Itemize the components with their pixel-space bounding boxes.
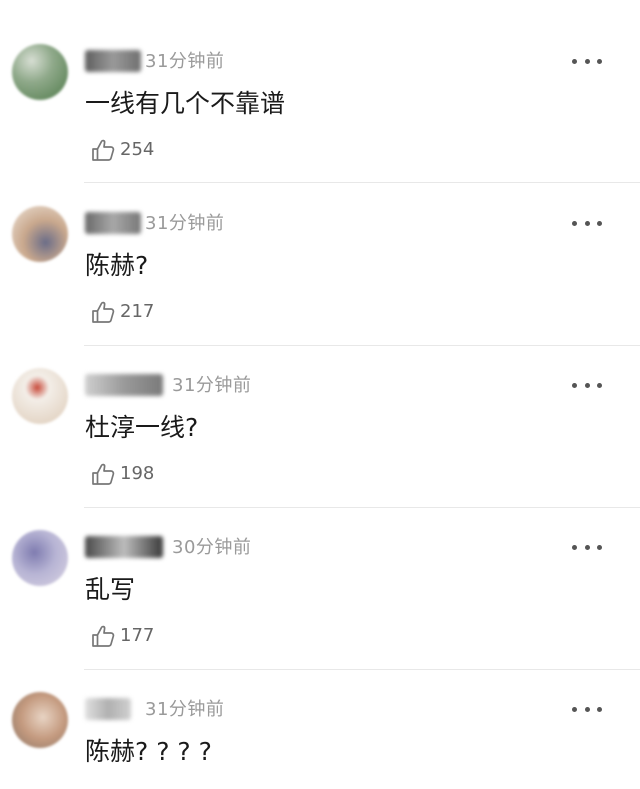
more-options-button[interactable] xyxy=(572,378,602,392)
dot-icon xyxy=(572,58,577,64)
dot-icon xyxy=(572,706,577,712)
thumbs-up-icon xyxy=(92,139,115,161)
avatar[interactable] xyxy=(12,368,68,424)
comment-text: 杜淳一线? xyxy=(85,413,199,442)
comment-timestamp: 31分钟前 xyxy=(145,51,225,72)
avatar[interactable] xyxy=(12,44,68,100)
like-count: 254 xyxy=(120,139,155,160)
like-button[interactable]: 177 xyxy=(90,622,154,650)
dot-icon xyxy=(597,220,602,226)
like-button[interactable]: 198 xyxy=(90,460,154,488)
more-options-button[interactable] xyxy=(572,702,602,716)
thumbs-up-icon xyxy=(92,463,115,485)
more-options-button[interactable] xyxy=(572,216,602,230)
avatar[interactable] xyxy=(12,206,68,262)
more-options-button[interactable] xyxy=(572,54,602,68)
thumbs-up-icon xyxy=(92,625,115,647)
username-blurred[interactable] xyxy=(85,698,131,720)
dot-icon xyxy=(584,58,590,64)
dot-icon xyxy=(597,382,602,388)
like-count: 177 xyxy=(120,625,155,646)
like-count: 198 xyxy=(120,463,155,484)
dot-icon xyxy=(584,382,590,388)
like-count: 217 xyxy=(120,301,155,322)
dot-icon xyxy=(572,382,577,388)
username-blurred[interactable] xyxy=(85,212,141,234)
comment-timestamp: 31分钟前 xyxy=(172,375,252,396)
comment-text: 陈赫? xyxy=(85,251,149,280)
comment-text: 一线有几个不靠谱 xyxy=(85,89,286,118)
comment-timestamp: 31分钟前 xyxy=(145,699,225,720)
dot-icon xyxy=(597,58,602,64)
like-button[interactable]: 254 xyxy=(90,136,154,164)
comment-timestamp: 30分钟前 xyxy=(172,537,252,558)
dot-icon xyxy=(597,544,602,550)
avatar[interactable] xyxy=(12,530,68,586)
comment-feed: 31分钟前 一线有几个不靠谱 254 31分钟前 陈赫? 217 31分钟前 杜… xyxy=(0,0,640,789)
like-button[interactable]: 217 xyxy=(90,298,154,326)
comment-item: 30分钟前 乱写 177 xyxy=(0,486,640,670)
comment-item: 31分钟前 杜淳一线? 198 xyxy=(0,324,640,508)
dot-icon xyxy=(584,544,590,550)
dot-icon xyxy=(572,544,577,550)
comment-text: 乱写 xyxy=(85,575,136,604)
more-options-button[interactable] xyxy=(572,540,602,554)
comment-item: 31分钟前 一线有几个不靠谱 254 xyxy=(0,0,640,183)
dot-icon xyxy=(597,706,602,712)
username-blurred[interactable] xyxy=(85,374,163,396)
dot-icon xyxy=(584,220,590,226)
comment-item: 31分钟前 陈赫? ? ? ? xyxy=(0,648,640,789)
username-blurred[interactable] xyxy=(85,536,163,558)
thumbs-up-icon xyxy=(92,301,115,323)
dot-icon xyxy=(572,220,577,226)
dot-icon xyxy=(584,706,590,712)
avatar[interactable] xyxy=(12,692,68,748)
username-blurred[interactable] xyxy=(85,50,141,72)
comment-timestamp: 31分钟前 xyxy=(145,213,225,234)
comment-item: 31分钟前 陈赫? 217 xyxy=(0,162,640,346)
comment-text: 陈赫? ? ? ? xyxy=(85,737,212,766)
